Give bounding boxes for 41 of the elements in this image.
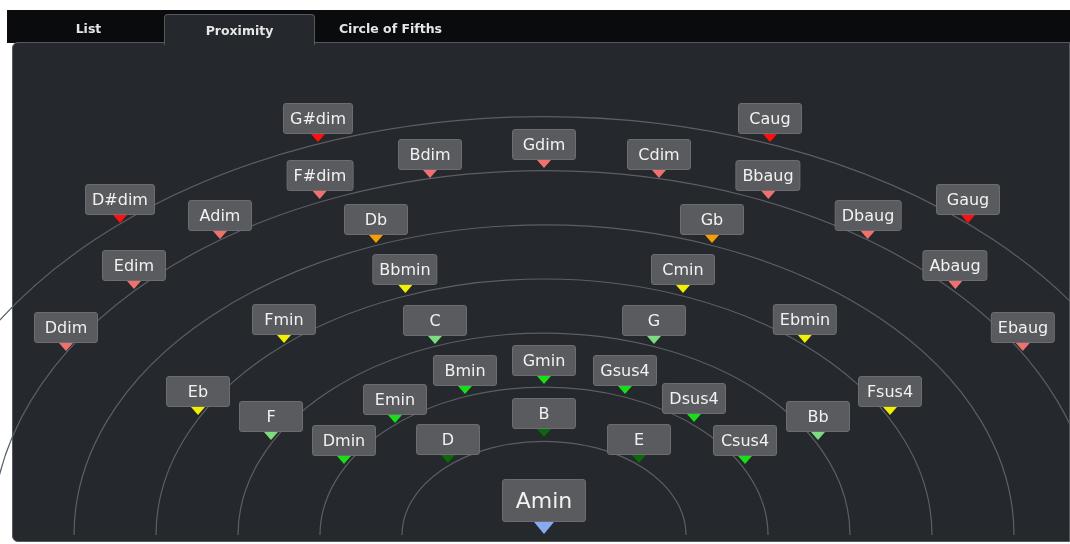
chord-button[interactable]: G#dim: [283, 103, 353, 134]
chord-button[interactable]: Cmin: [651, 254, 715, 285]
chord-button[interactable]: C: [403, 305, 467, 336]
chord-button[interactable]: D#dim: [85, 184, 155, 215]
chord-button[interactable]: Gsus4: [593, 355, 657, 386]
chord-button[interactable]: F#dim: [286, 160, 354, 191]
chord-button[interactable]: Gmin: [512, 345, 576, 376]
chord-button[interactable]: Edim: [102, 250, 166, 281]
chord-button[interactable]: Dmin: [312, 425, 376, 456]
chord-button[interactable]: Bbaug: [735, 160, 801, 191]
chord-button[interactable]: Amin: [502, 479, 586, 522]
tab[interactable]: Proximity: [164, 14, 315, 45]
chord-button[interactable]: Bmin: [433, 355, 497, 386]
chord-button[interactable]: Bbmin: [372, 254, 438, 285]
chord-button[interactable]: Db: [344, 204, 408, 235]
chord-button[interactable]: G: [622, 305, 686, 336]
tab[interactable]: List: [13, 14, 164, 43]
chord-button[interactable]: Adim: [188, 200, 252, 231]
chord-button[interactable]: Eb: [166, 376, 230, 407]
chord-button[interactable]: E: [607, 424, 671, 455]
chord-button[interactable]: Csus4: [713, 425, 777, 456]
chord-button[interactable]: Caug: [738, 103, 802, 134]
chord-button[interactable]: Dbaug: [834, 200, 902, 231]
chord-button[interactable]: Bb: [786, 401, 850, 432]
chord-button[interactable]: Gaug: [936, 184, 1000, 215]
chord-button[interactable]: Fmin: [252, 304, 316, 335]
chord-button[interactable]: Ddim: [34, 312, 98, 343]
chord-button[interactable]: B: [512, 398, 576, 429]
chord-button[interactable]: Emin: [363, 384, 427, 415]
chord-button[interactable]: Gb: [680, 204, 744, 235]
chord-button[interactable]: Dsus4: [662, 383, 726, 414]
chord-button[interactable]: Ebmin: [772, 304, 838, 335]
chord-button[interactable]: Gdim: [512, 129, 576, 160]
chord-button[interactable]: Bdim: [398, 139, 462, 170]
chord-button[interactable]: Ebaug: [990, 312, 1056, 343]
chord-button[interactable]: F: [239, 401, 303, 432]
chord-button[interactable]: Cdim: [627, 139, 691, 170]
chord-button[interactable]: D: [416, 424, 480, 455]
chord-button[interactable]: Fsus4: [858, 376, 922, 407]
tab[interactable]: Circle of Fifths: [315, 14, 466, 43]
chord-button[interactable]: Abaug: [922, 250, 988, 281]
